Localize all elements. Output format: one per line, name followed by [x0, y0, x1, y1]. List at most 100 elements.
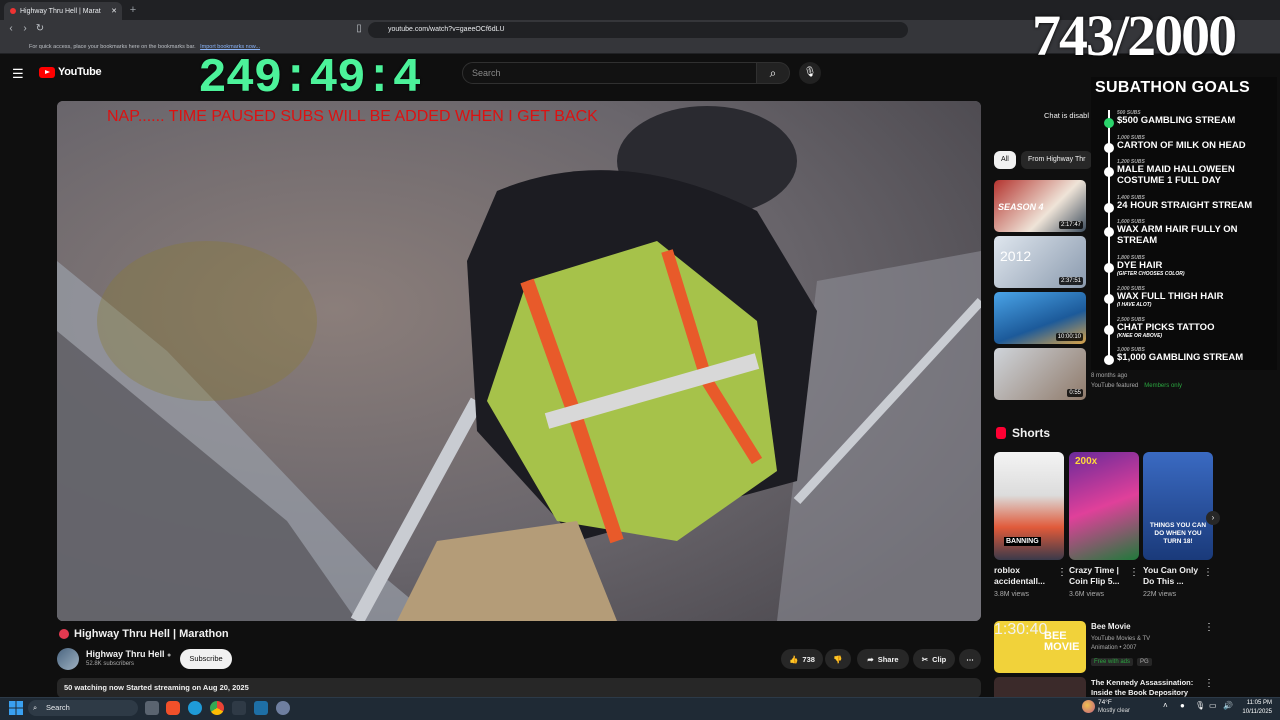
steam-icon[interactable]: [254, 701, 268, 715]
reload-icon[interactable]: ↻: [33, 22, 47, 36]
bee-movie-title[interactable]: Bee Movie: [1091, 622, 1131, 631]
clip-button[interactable]: ✂ Clip: [913, 649, 955, 669]
microphone-icon[interactable]: 🎙: [1195, 701, 1205, 710]
rec-badges: YouTube featured Members only: [1091, 383, 1182, 389]
rec-duration: 0:55: [1067, 389, 1083, 397]
channel-name[interactable]: Highway Thru Hell ●: [86, 649, 171, 659]
rec-thumbnail-4[interactable]: 0:55: [994, 348, 1086, 400]
youtube-logo-text: YouTube: [58, 66, 102, 78]
short-menu-icon[interactable]: ⋮: [1057, 567, 1067, 578]
kennedy-title[interactable]: The Kennedy Assassination: Inside the Bo…: [1091, 678, 1216, 698]
like-count: 738: [802, 654, 815, 664]
bee-thumb-text: BEE MOVIE: [1044, 630, 1080, 653]
short-title[interactable]: Crazy Time | Coin Flip 5...: [1069, 565, 1131, 587]
rec-thumbnail-1[interactable]: SEASON 4 2:17:47: [994, 180, 1086, 232]
tray-chevron-up-icon[interactable]: ˄: [1163, 701, 1168, 710]
chrome-browser-icon[interactable]: [210, 701, 224, 715]
video-frame: [57, 101, 981, 621]
bee-movie-thumbnail[interactable]: BEE MOVIE 1:30:40: [994, 621, 1086, 673]
short-menu-icon[interactable]: ⋮: [1129, 567, 1139, 578]
browser-tab[interactable]: Highway Thru Hell | Marat ✕: [4, 2, 122, 20]
description-box[interactable]: 50 watching now Started streaming on Aug…: [57, 678, 981, 698]
close-tab-icon[interactable]: ✕: [111, 7, 117, 15]
weather-temperature[interactable]: 74°F: [1098, 699, 1112, 706]
hamburger-menu-icon[interactable]: ☰: [12, 66, 24, 82]
rec-meta: 8 months ago: [1091, 373, 1128, 379]
back-arrow-icon[interactable]: ‹: [4, 22, 18, 36]
thumbs-down-icon: 👎: [833, 654, 843, 664]
shorts-heading: Shorts: [996, 426, 1050, 440]
short-overlay-text: 200x: [1075, 456, 1098, 467]
search-button[interactable]: ⌕: [757, 62, 790, 84]
short-thumbnail-3[interactable]: THINGS YOU CAN DO WHEN YOU TURN 18!: [1143, 452, 1213, 560]
forward-arrow-icon[interactable]: ›: [18, 22, 32, 36]
clock-date[interactable]: 10/11/2025: [1236, 709, 1272, 715]
youtube-play-icon: [39, 66, 55, 78]
rec-duration: 10:00:10: [1055, 333, 1083, 341]
clip-label: Clip: [932, 654, 947, 664]
goal-node-icon: [1104, 227, 1114, 237]
kennedy-thumbnail[interactable]: [994, 677, 1086, 697]
goal-text: $500 GAMBLING STREAM: [1117, 115, 1236, 126]
bookmarks-hint: For quick access, place your bookmarks h…: [29, 44, 196, 50]
short-thumbnail-1[interactable]: BANNING: [994, 452, 1064, 560]
live-indicator-icon: [59, 629, 69, 639]
channel-name-text: Highway Thru Hell: [86, 649, 165, 659]
weather-icon[interactable]: [1082, 700, 1095, 713]
short-title[interactable]: You Can Only Do This ...: [1143, 565, 1205, 587]
voice-search-mic-icon[interactable]: 🎙: [799, 62, 821, 84]
short-title[interactable]: roblox accidentall...: [994, 565, 1056, 587]
chat-disabled-text: Chat is disabl: [1044, 111, 1090, 120]
shorts-logo-icon: [996, 427, 1006, 439]
settings-icon[interactable]: [276, 701, 290, 715]
shorts-next-chevron-icon[interactable]: ›: [1206, 511, 1220, 525]
taskbar-search[interactable]: ⌕ Search: [28, 700, 138, 716]
bookmark-icon[interactable]: ▯: [352, 22, 366, 36]
channel-avatar[interactable]: [57, 648, 79, 670]
windows-start-icon[interactable]: [9, 701, 23, 715]
short-overlay-text: THINGS YOU CAN DO WHEN YOU TURN 18!: [1149, 522, 1207, 545]
network-icon[interactable]: ▭: [1209, 701, 1217, 710]
short-views: 22M views: [1143, 591, 1177, 598]
app-icon[interactable]: [232, 701, 246, 715]
kennedy-menu-icon[interactable]: ⋮: [1204, 678, 1214, 689]
address-bar[interactable]: youtube.com/watch?v=gaeeOCf6dLU: [368, 22, 908, 38]
tray-icon[interactable]: ●: [1180, 701, 1185, 710]
import-bookmarks-link[interactable]: Import bookmarks now...: [200, 44, 260, 50]
share-button[interactable]: ➦ Share: [857, 649, 909, 669]
goal-text: WAX ARM HAIR FULLY ON STREAM: [1117, 224, 1238, 246]
rating-badge: PG: [1137, 658, 1152, 666]
rec-thumbnail-3[interactable]: 10:00:10: [994, 292, 1086, 344]
chip-from-channel[interactable]: From Highway Thr: [1021, 151, 1093, 169]
thumbs-up-icon: 👍: [789, 654, 799, 664]
goal-text: MALE MAID HALLOWEEN COSTUME 1 FULL DAY: [1117, 164, 1235, 186]
like-button[interactable]: 👍 738: [781, 649, 823, 669]
search-input[interactable]: Search: [462, 62, 757, 84]
goal-note: (I HAVE ALOT): [1117, 302, 1152, 308]
subathon-goals-title: SUBATHON GOALS: [1095, 79, 1251, 96]
short-thumbnail-2[interactable]: 200x: [1069, 452, 1139, 560]
stream-notice: NAP...... TIME PAUSED SUBS WILL BE ADDED…: [107, 108, 598, 125]
rec-thumbnail-2[interactable]: 2012 2:37:51: [994, 236, 1086, 288]
volume-icon[interactable]: 🔊: [1223, 701, 1233, 710]
bee-menu-icon[interactable]: ⋮: [1204, 622, 1214, 633]
youtube-logo[interactable]: YouTube: [39, 66, 102, 78]
bee-channel: YouTube Movies & TV: [1091, 636, 1151, 642]
dislike-button[interactable]: 👎: [825, 649, 851, 669]
short-menu-icon[interactable]: ⋮: [1203, 567, 1213, 578]
clock-time[interactable]: 11:05 PM: [1242, 700, 1272, 706]
subscribe-button[interactable]: Subscribe: [180, 649, 232, 669]
sub-counter: 743/2000: [1032, 3, 1237, 68]
share-icon: ➦: [867, 654, 874, 664]
brave-browser-icon[interactable]: [166, 701, 180, 715]
edge-browser-icon[interactable]: [188, 701, 202, 715]
short-views: 3.8M views: [994, 591, 1030, 598]
chip-all[interactable]: All: [994, 151, 1016, 169]
bee-info: Animation • 2007: [1091, 645, 1137, 651]
video-player[interactable]: [57, 101, 981, 621]
goal-node-icon: [1104, 355, 1114, 365]
tab-title: Highway Thru Hell | Marat: [20, 7, 101, 15]
task-view-icon[interactable]: [145, 701, 159, 715]
more-actions-button[interactable]: ⋯: [959, 649, 981, 669]
new-tab-icon[interactable]: +: [126, 3, 140, 17]
